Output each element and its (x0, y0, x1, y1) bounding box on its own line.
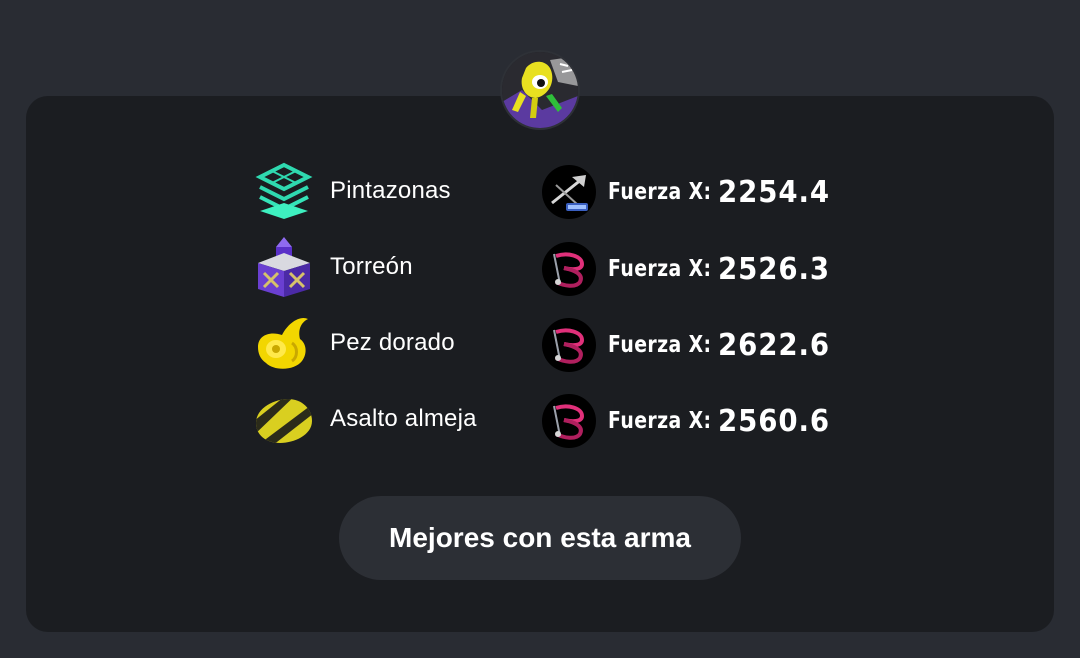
splat-zones-icon (254, 161, 314, 221)
x-power-row-tower-control: Fuerza X: 2526.3 (542, 241, 862, 297)
tri-stringer-icon (542, 318, 596, 372)
mode-row-clam-blitz: Asalto almeja (254, 389, 554, 449)
x-power-value: 2622.6 (718, 327, 831, 363)
x-power-value: 2560.6 (718, 403, 831, 439)
mode-label: Pintazonas (330, 177, 451, 204)
mode-label: Torreón (330, 253, 413, 280)
mode-row-rainmaker: Pez dorado (254, 313, 554, 373)
x-power-label: Fuerza X: (608, 256, 712, 282)
x-power-value: 2526.3 (718, 251, 831, 287)
clam-blitz-icon (254, 389, 314, 449)
mode-label: Pez dorado (330, 329, 455, 356)
mode-row-tower-control: Torreón (254, 237, 554, 297)
x-power-label: Fuerza X: (608, 332, 712, 358)
tri-stringer-icon (542, 394, 596, 448)
inkling-avatar-icon (502, 52, 578, 128)
mode-row-splat-zones: Pintazonas (254, 161, 554, 221)
tri-stringer-icon (542, 242, 596, 296)
rainmaker-icon (254, 313, 314, 373)
splatana-icon (542, 165, 596, 219)
x-power-label: Fuerza X: (608, 408, 712, 434)
x-power-row-rainmaker: Fuerza X: 2622.6 (542, 317, 862, 373)
x-power-value: 2254.4 (718, 174, 831, 210)
mode-label: Asalto almeja (330, 405, 477, 432)
x-power-row-splat-zones: Fuerza X: 2254.4 (542, 164, 862, 220)
x-power-label: Fuerza X: (608, 179, 712, 205)
tower-control-icon (254, 237, 314, 297)
best-with-weapon-button[interactable]: Mejores con esta arma (339, 496, 741, 580)
x-power-row-clam-blitz: Fuerza X: 2560.6 (542, 393, 862, 449)
